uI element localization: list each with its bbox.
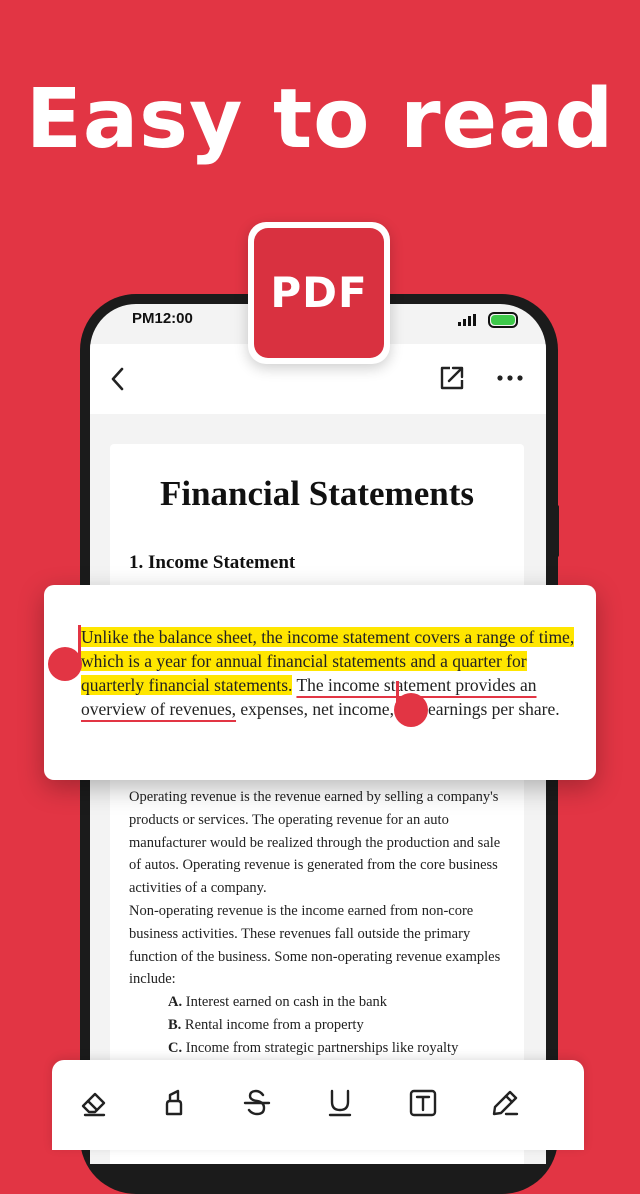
pdf-badge: PDF: [248, 222, 390, 364]
list-item: B. Rental income from a property: [168, 1016, 364, 1033]
section-heading: 1. Income Statement: [129, 552, 296, 573]
selected-passage[interactable]: Unlike the balance sheet, the income sta…: [81, 625, 581, 721]
document-page: Financial Statements 1. Income Statement…: [110, 444, 524, 1164]
headline: Easy to read: [25, 72, 615, 167]
pen-icon[interactable]: [488, 1086, 522, 1120]
text-box-icon[interactable]: [406, 1086, 440, 1120]
paragraph: Operating revenue is the revenue earned …: [129, 789, 501, 897]
underline-icon[interactable]: [323, 1086, 357, 1120]
strikethrough-icon[interactable]: [240, 1086, 274, 1120]
document-title: Financial Statements: [159, 474, 474, 513]
pdf-badge-label: PDF: [254, 228, 384, 358]
share-icon[interactable]: [438, 364, 466, 392]
list-item: A. Interest earned on cash in the bank: [168, 994, 388, 1011]
phone-side-button: [553, 505, 559, 557]
document-body: Operating revenue is the revenue earned …: [129, 786, 515, 1060]
annotation-toolbar: [52, 1060, 584, 1150]
list-item: C. Income from strategic partnerships li…: [168, 1039, 459, 1056]
highlighter-icon[interactable]: [157, 1086, 191, 1120]
selection-end-handle[interactable]: [394, 693, 428, 727]
eraser-icon[interactable]: [77, 1086, 111, 1120]
selection-start-handle[interactable]: [48, 647, 82, 681]
status-time: PM12:00: [132, 310, 193, 327]
back-icon[interactable]: [108, 366, 128, 392]
more-options-icon[interactable]: [496, 364, 524, 392]
text-selection-popup: Unlike the balance sheet, the income sta…: [44, 585, 596, 780]
battery-icon: [488, 312, 518, 328]
signal-icon: [458, 314, 476, 326]
paragraph: Non-operating revenue is the income earn…: [129, 902, 501, 988]
